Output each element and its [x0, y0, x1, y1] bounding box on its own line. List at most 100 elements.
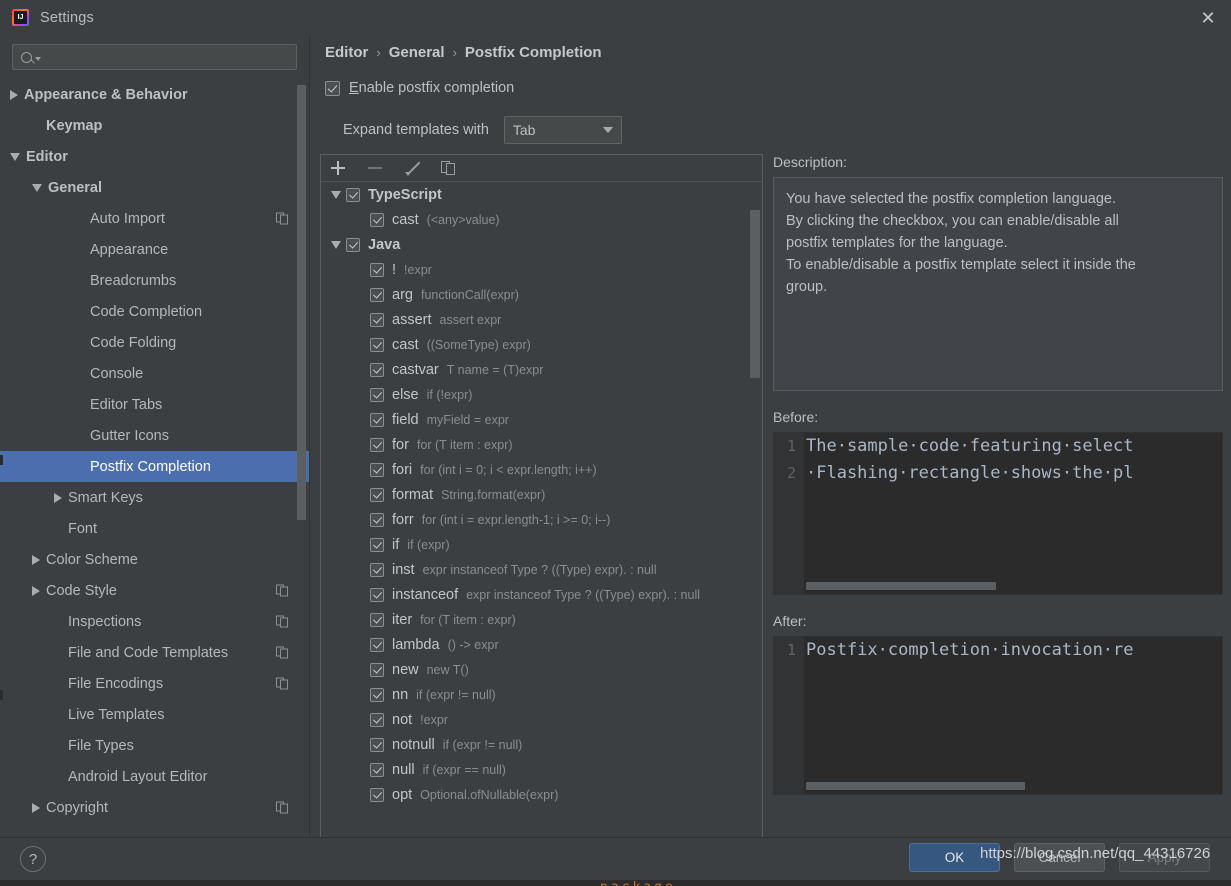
sidebar-item-font[interactable]: Font — [0, 513, 309, 544]
template-checkbox[interactable] — [370, 287, 384, 302]
breadcrumb-item-general[interactable]: General — [389, 44, 445, 61]
sidebar-item-gutter-icons[interactable]: Gutter Icons — [0, 420, 309, 451]
template-row[interactable]: opt Optional.ofNullable(expr) — [321, 782, 762, 807]
chevron-right-icon[interactable] — [54, 492, 62, 503]
template-row[interactable]: inst expr instanceof Type ? ((Type) expr)… — [321, 557, 762, 582]
template-row[interactable]: cast (<any>value) — [321, 207, 762, 232]
sidebar-item-inspections[interactable]: Inspections — [0, 606, 309, 637]
template-checkbox[interactable] — [370, 612, 384, 627]
template-checkbox[interactable] — [370, 537, 384, 552]
template-checkbox[interactable] — [370, 687, 384, 702]
sidebar-item-appearance-behavior[interactable]: Appearance & Behavior — [0, 79, 309, 110]
template-row[interactable]: else if (!expr) — [321, 382, 762, 407]
template-checkbox[interactable] — [370, 487, 384, 502]
template-row[interactable]: not !expr — [321, 707, 762, 732]
chevron-down-icon[interactable] — [331, 190, 341, 199]
chevron-down-icon[interactable] — [10, 152, 20, 161]
templates-scrollbar-thumb[interactable] — [750, 210, 760, 378]
template-row[interactable]: nn if (expr != null) — [321, 682, 762, 707]
sidebar-item-keymap[interactable]: Keymap — [0, 110, 309, 141]
sidebar-scrollbar-thumb[interactable] — [297, 85, 306, 520]
template-checkbox[interactable] — [370, 737, 384, 752]
sidebar-item-file-types[interactable]: File Types — [0, 730, 309, 761]
copy-icon[interactable] — [441, 160, 457, 176]
template-row[interactable]: assert assert expr — [321, 307, 762, 332]
sidebar-item-code-folding[interactable]: Code Folding — [0, 327, 309, 358]
search-input[interactable] — [41, 48, 296, 66]
template-checkbox[interactable] — [370, 712, 384, 727]
sidebar-item-file-and-code-templates[interactable]: File and Code Templates — [0, 637, 309, 668]
sidebar-item-appearance[interactable]: Appearance — [0, 234, 309, 265]
template-checkbox[interactable] — [370, 387, 384, 402]
template-group-row[interactable]: Java — [321, 232, 762, 257]
sidebar-item-code-completion[interactable]: Code Completion — [0, 296, 309, 327]
enable-postfix-completion-checkbox[interactable] — [325, 80, 340, 96]
template-row[interactable]: for for (T item : expr) — [321, 432, 762, 457]
template-checkbox[interactable] — [370, 337, 384, 352]
sidebar-item-auto-import[interactable]: Auto Import — [0, 203, 309, 234]
sidebar-item-android-layout-editor[interactable]: Android Layout Editor — [0, 761, 309, 792]
template-row[interactable]: lambda () -> expr — [321, 632, 762, 657]
template-checkbox[interactable] — [346, 187, 360, 202]
help-button[interactable]: ? — [20, 846, 46, 872]
template-row[interactable]: instanceof expr instanceof Type ? ((Type)… — [321, 582, 762, 607]
search-box[interactable] — [12, 44, 297, 70]
close-icon[interactable]: ✕ — [1185, 0, 1231, 35]
template-row[interactable]: ! !expr — [321, 257, 762, 282]
template-row[interactable]: fori for (int i = 0; i < expr.length; i++… — [321, 457, 762, 482]
template-checkbox[interactable] — [370, 787, 384, 802]
template-row[interactable]: if if (expr) — [321, 532, 762, 557]
sidebar-item-breadcrumbs[interactable]: Breadcrumbs — [0, 265, 309, 296]
enable-postfix-completion-row[interactable]: Enable postfix completion — [325, 80, 514, 96]
template-checkbox[interactable] — [370, 762, 384, 777]
template-row[interactable]: castvar T name = (T)expr — [321, 357, 762, 382]
chevron-down-icon[interactable] — [331, 240, 341, 249]
template-row[interactable]: null if (expr == null) — [321, 757, 762, 782]
template-checkbox[interactable] — [370, 412, 384, 427]
sidebar-item-editor[interactable]: Editor — [0, 141, 309, 172]
template-row[interactable]: field myField = expr — [321, 407, 762, 432]
chevron-down-icon[interactable] — [32, 183, 42, 192]
sidebar-item-live-templates[interactable]: Live Templates — [0, 699, 309, 730]
template-checkbox[interactable] — [370, 587, 384, 602]
chevron-right-icon[interactable] — [32, 585, 40, 596]
chevron-right-icon[interactable] — [10, 89, 18, 100]
template-row[interactable]: arg functionCall(expr) — [321, 282, 762, 307]
before-horizontal-scrollbar[interactable] — [806, 582, 996, 590]
template-checkbox[interactable] — [370, 512, 384, 527]
template-row[interactable]: format String.format(expr) — [321, 482, 762, 507]
template-checkbox[interactable] — [370, 362, 384, 377]
sidebar-item-copyright[interactable]: Copyright — [0, 792, 309, 823]
template-checkbox[interactable] — [370, 312, 384, 327]
template-checkbox[interactable] — [370, 212, 384, 227]
chevron-right-icon[interactable] — [32, 802, 40, 813]
after-horizontal-scrollbar[interactable] — [806, 782, 1025, 790]
before-code-preview[interactable]: 1 The·sample·code·featuring·select 2 ·Flash… — [773, 432, 1223, 595]
template-row[interactable]: iter for (T item : expr) — [321, 607, 762, 632]
sidebar-item-postfix-completion[interactable]: Postfix Completion — [0, 451, 309, 482]
expand-templates-select[interactable]: Tab — [503, 116, 622, 144]
template-checkbox[interactable] — [370, 262, 384, 277]
sidebar-item-console[interactable]: Console — [0, 358, 309, 389]
template-checkbox[interactable] — [370, 662, 384, 677]
template-checkbox[interactable] — [346, 237, 360, 252]
template-row[interactable]: notnull if (expr != null) — [321, 732, 762, 757]
template-checkbox[interactable] — [370, 562, 384, 577]
template-checkbox[interactable] — [370, 437, 384, 452]
chevron-right-icon[interactable] — [32, 554, 40, 565]
sidebar-item-code-style[interactable]: Code Style — [0, 575, 309, 606]
sidebar-item-editor-tabs[interactable]: Editor Tabs — [0, 389, 309, 420]
plus-icon[interactable] — [330, 160, 346, 176]
sidebar-item-color-scheme[interactable]: Color Scheme — [0, 544, 309, 575]
sidebar-item-general[interactable]: General — [0, 172, 309, 203]
breadcrumb-item-editor[interactable]: Editor — [325, 44, 368, 61]
sidebar-item-file-encodings[interactable]: File Encodings — [0, 668, 309, 699]
template-checkbox[interactable] — [370, 462, 384, 477]
template-row[interactable]: new new T() — [321, 657, 762, 682]
template-row[interactable]: forr for (int i = expr.length-1; i >= 0; … — [321, 507, 762, 532]
sidebar-item-smart-keys[interactable]: Smart Keys — [0, 482, 309, 513]
after-code-preview[interactable]: 1 Postfix·completion·invocation·re — [773, 636, 1223, 795]
pencil-icon[interactable] — [404, 160, 420, 176]
template-checkbox[interactable] — [370, 637, 384, 652]
template-group-row[interactable]: TypeScript — [321, 182, 762, 207]
